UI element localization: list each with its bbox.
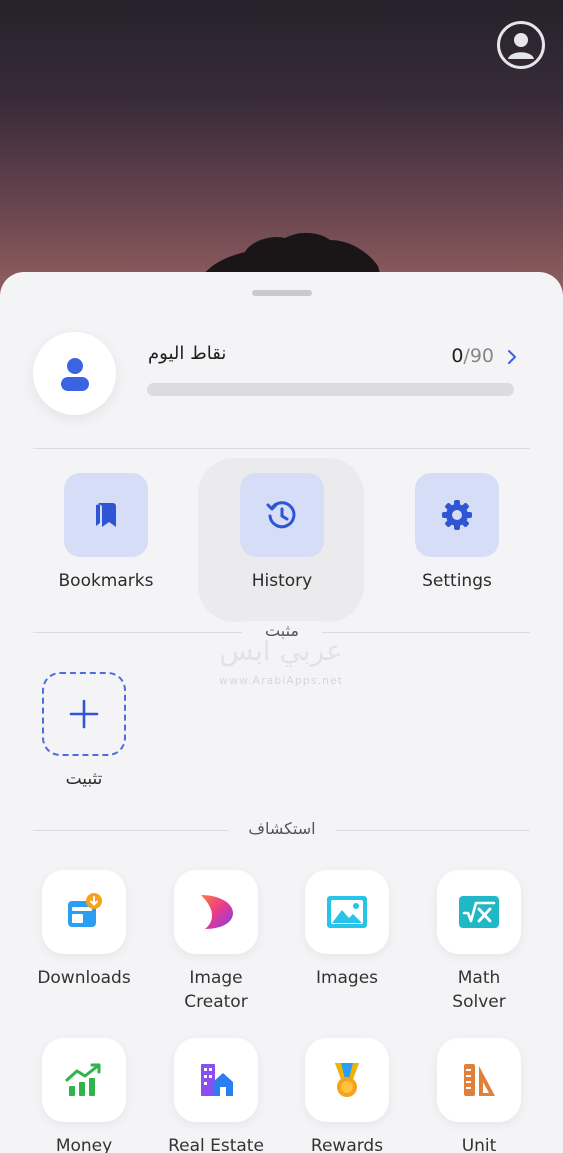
money-label: Money — [55, 1136, 113, 1153]
plus-icon — [69, 699, 99, 729]
divider — [33, 448, 530, 449]
bookmark-icon — [96, 503, 116, 527]
pinned-section-label: مثبت — [242, 621, 322, 640]
rewards-label: Rewards — [310, 1136, 384, 1153]
history-icon — [266, 501, 296, 529]
bookmarks-label: Bookmarks — [58, 571, 154, 591]
math-solver-label: Math Solver — [452, 968, 506, 1012]
math-solver-icon — [459, 896, 499, 928]
add-pin-button[interactable] — [42, 672, 126, 756]
points-progress-bar — [147, 383, 514, 396]
downloads-button[interactable] — [42, 870, 126, 954]
add-pin-label: تثبيت — [65, 769, 103, 789]
points-current: 0 — [451, 345, 464, 367]
gear-icon — [442, 500, 472, 530]
settings-button[interactable] — [415, 473, 499, 557]
history-label: History — [251, 571, 313, 591]
profile-button[interactable] — [497, 21, 545, 69]
unit-button[interactable] — [437, 1038, 521, 1122]
points-count[interactable]: 0/90 — [420, 345, 494, 367]
history-button[interactable] — [240, 473, 324, 557]
points-title: نقاط اليوم — [148, 343, 227, 364]
avatar[interactable] — [33, 332, 116, 415]
image-creator-label: Image Creator — [184, 968, 248, 1012]
downloads-icon — [68, 893, 102, 927]
real-estate-icon — [201, 1064, 233, 1096]
image-creator-icon — [201, 895, 233, 929]
money-chart-icon — [65, 1063, 101, 1096]
explore-section-label: استكشاف — [228, 819, 336, 838]
user-avatar-icon — [60, 357, 89, 391]
chevron-right-icon[interactable] — [505, 348, 519, 366]
images-button[interactable] — [305, 870, 389, 954]
real-estate-label: Real Estate — [168, 1136, 264, 1153]
real-estate-button[interactable] — [174, 1038, 258, 1122]
rewards-medal-icon — [335, 1063, 359, 1097]
user-icon — [508, 33, 534, 59]
money-button[interactable] — [42, 1038, 126, 1122]
image-creator-button[interactable] — [174, 870, 258, 954]
rewards-button[interactable] — [305, 1038, 389, 1122]
bottom-sheet: عربي آبس www.ArabiApps.net نقاط اليوم 0/… — [0, 272, 563, 1153]
sheet-drag-handle[interactable] — [252, 290, 312, 296]
math-solver-button[interactable] — [437, 870, 521, 954]
images-label: Images — [315, 968, 379, 988]
bookmarks-button[interactable] — [64, 473, 148, 557]
downloads-label: Downloads — [37, 968, 131, 988]
points-total: /90 — [463, 345, 494, 367]
images-icon — [327, 896, 367, 928]
unit-converter-icon — [464, 1064, 495, 1096]
unit-label: Unit — [461, 1136, 497, 1153]
settings-label: Settings — [422, 571, 492, 591]
watermark-subtext: www.ArabiApps.net — [218, 674, 344, 687]
